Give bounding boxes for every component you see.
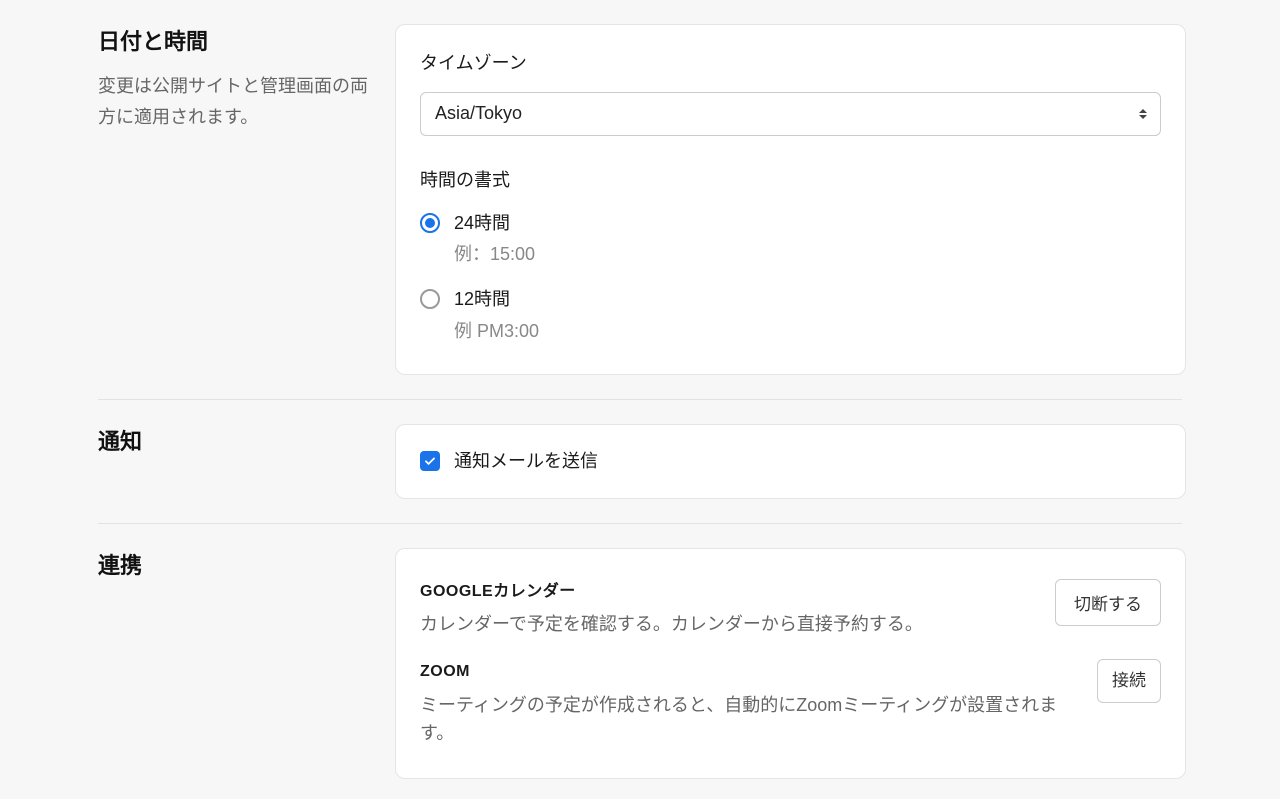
disconnect-button[interactable]: 切断する (1055, 579, 1161, 626)
time-format-24h-option[interactable]: 24時間 例：15:00 (420, 209, 1161, 270)
date-time-card: タイムゾーン Asia/Tokyo 時間の書式 (395, 24, 1186, 375)
notifications-section: 通知 通知メールを送信 (0, 400, 1280, 499)
radio-selected-icon (420, 213, 440, 233)
time-format-12h-option[interactable]: 12時間 例 PM3:00 (420, 285, 1161, 346)
timezone-select[interactable]: Asia/Tokyo (420, 92, 1161, 136)
connect-button[interactable]: 接続 (1097, 659, 1161, 703)
email-notification-checkbox[interactable] (420, 451, 440, 471)
timezone-label: タイムゾーン (420, 49, 1161, 78)
time-format-label: 時間の書式 (420, 166, 1161, 195)
time-format-12h-label: 12時間 (454, 285, 539, 314)
integrations-header-col: 連携 (0, 548, 395, 780)
integration-google-description: カレンダーで予定を確認する。カレンダーから直接予約する。 (420, 610, 1035, 639)
integration-zoom: ZOOM ミーティングの予定が作成されると、自動的にZoomミーティングが設置さ… (420, 659, 1161, 748)
date-time-section: 日付と時間 変更は公開サイトと管理画面の両方に適用されます。 タイムゾーン As… (0, 0, 1280, 375)
date-time-heading: 日付と時間 (98, 24, 375, 59)
integration-google-title: GOOGLEカレンダー (420, 579, 1035, 605)
notifications-heading: 通知 (98, 424, 375, 459)
time-format-12h-example: 例 PM3:00 (454, 317, 539, 346)
email-notification-row[interactable]: 通知メールを送信 (420, 447, 1161, 476)
date-time-header-col: 日付と時間 変更は公開サイトと管理画面の両方に適用されます。 (0, 24, 395, 375)
notifications-header-col: 通知 (0, 424, 395, 499)
integrations-card: GOOGLEカレンダー カレンダーで予定を確認する。カレンダーから直接予約する。… (395, 548, 1186, 780)
date-time-description: 変更は公開サイトと管理画面の両方に適用されます。 (98, 71, 375, 132)
email-notification-label: 通知メールを送信 (454, 447, 598, 476)
timezone-selected-value: Asia/Tokyo (435, 99, 522, 128)
time-format-24h-example: 例：15:00 (454, 240, 535, 269)
check-icon (423, 454, 437, 468)
radio-unselected-icon (420, 289, 440, 309)
time-format-24h-label: 24時間 (454, 209, 535, 238)
integration-zoom-description: ミーティングの予定が作成されると、自動的にZoomミーティングが設置されます。 (420, 691, 1077, 749)
notifications-card: 通知メールを送信 (395, 424, 1186, 499)
integrations-heading: 連携 (98, 548, 375, 583)
integrations-section: 連携 GOOGLEカレンダー カレンダーで予定を確認する。カレンダーから直接予約… (0, 524, 1280, 780)
time-format-radio-group: 24時間 例：15:00 12時間 例 PM3:00 (420, 209, 1161, 346)
integration-google-calendar: GOOGLEカレンダー カレンダーで予定を確認する。カレンダーから直接予約する。… (420, 579, 1161, 639)
integration-zoom-title: ZOOM (420, 659, 1077, 685)
